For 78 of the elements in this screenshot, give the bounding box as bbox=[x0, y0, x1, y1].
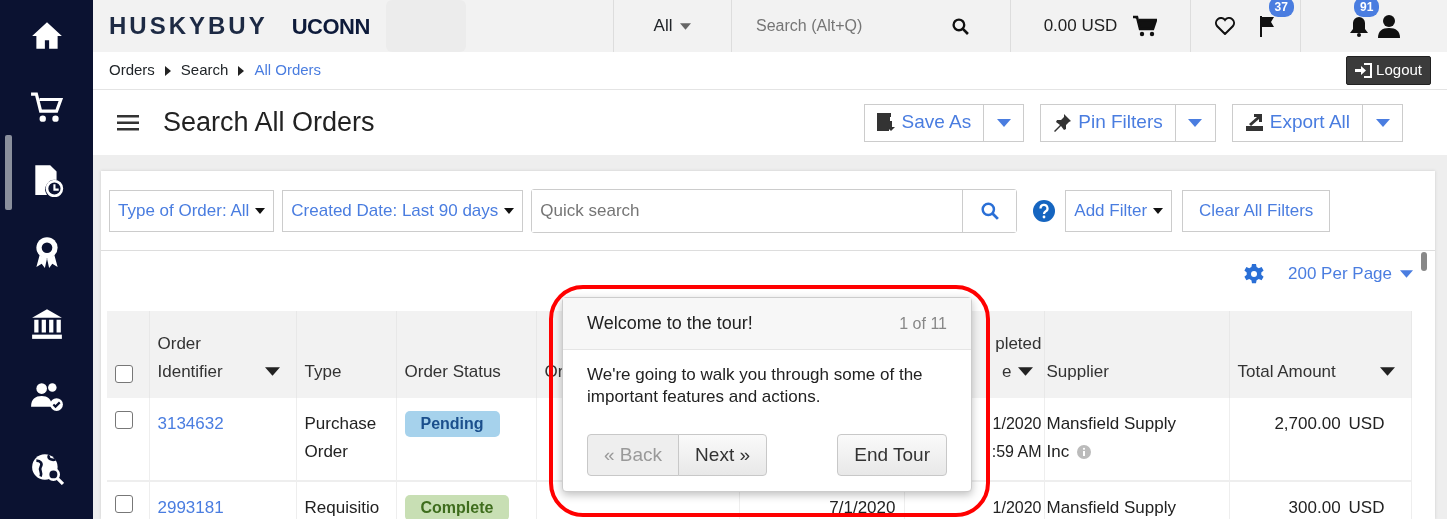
logo-text: HUSKYBUY bbox=[109, 11, 268, 41]
table-cell: Requisitio bbox=[304, 498, 380, 517]
column-header[interactable]: Supplier bbox=[1046, 358, 1109, 386]
filter-dropdown[interactable]: Type of Order: All bbox=[109, 189, 275, 232]
popover-title: Welcome to the tour! bbox=[587, 312, 753, 335]
caret-icon bbox=[1375, 118, 1390, 127]
cart-icon[interactable] bbox=[1133, 15, 1158, 37]
school-logo-text: UCONN bbox=[291, 12, 370, 41]
caret-icon bbox=[255, 207, 266, 214]
table-cell: Purchase Order bbox=[304, 414, 377, 461]
page-title: Search All Orders bbox=[163, 106, 375, 139]
heart-icon[interactable] bbox=[1214, 17, 1235, 35]
sort-arrow-icon[interactable] bbox=[264, 367, 280, 376]
caret-icon bbox=[1188, 118, 1203, 127]
caret-icon bbox=[1153, 207, 1164, 214]
bell-icon[interactable] bbox=[1348, 15, 1370, 37]
breadcrumb-link[interactable]: Search bbox=[180, 59, 229, 82]
scope-dropdown[interactable]: All bbox=[653, 13, 692, 39]
logout-button[interactable]: Logout bbox=[1346, 56, 1431, 85]
column-header[interactable]: Total Amount bbox=[1237, 358, 1336, 386]
help-icon[interactable] bbox=[1033, 199, 1056, 222]
sort-arrow-icon[interactable] bbox=[1379, 367, 1395, 376]
amount-value: 300.00 bbox=[1288, 498, 1341, 517]
status-badge: Complete bbox=[404, 495, 510, 519]
popover-text: We're going to walk you through some of the important features and actions. bbox=[587, 364, 924, 408]
clear-filters-button[interactable]: Clear All Filters bbox=[1182, 189, 1331, 232]
per-page-dropdown[interactable]: 200 Per Page bbox=[1288, 261, 1413, 287]
sign-in-icon bbox=[1355, 63, 1373, 78]
breadcrumb-link[interactable]: Orders bbox=[109, 59, 155, 82]
caret-icon bbox=[1400, 270, 1413, 278]
chevron-icon bbox=[238, 65, 245, 76]
search-button[interactable] bbox=[962, 189, 1017, 232]
cart-icon[interactable] bbox=[29, 91, 64, 125]
next-button[interactable]: Next » bbox=[678, 434, 767, 476]
caret-icon bbox=[680, 22, 692, 30]
checkbox[interactable] bbox=[115, 495, 133, 513]
column-header[interactable]: Type bbox=[304, 358, 342, 386]
currency-label: USD bbox=[1348, 498, 1385, 517]
scrollbar-thumb[interactable] bbox=[1421, 252, 1427, 271]
table-cell-text: Inc bbox=[1046, 441, 1070, 463]
menu-icon[interactable] bbox=[117, 114, 139, 131]
table-cell: 1/2020 :59 AM bbox=[991, 415, 1042, 460]
step-counter: 1 of 11 bbox=[899, 313, 947, 334]
search-field[interactable]: Search (Alt+Q) bbox=[732, 13, 952, 39]
amount-value: 2,700.00 bbox=[1274, 414, 1341, 433]
pin-icon bbox=[1053, 113, 1073, 132]
add-filter-dropdown[interactable]: Add Filter bbox=[1065, 189, 1173, 232]
table-cell: 1/2020 bbox=[992, 499, 1042, 516]
table-cell-text: Mansfield Supply bbox=[1046, 497, 1176, 519]
column-header[interactable]: pleted e bbox=[995, 330, 1042, 386]
breadcrumb-link[interactable]: All Orders bbox=[254, 59, 322, 82]
order-link[interactable]: 3134632 bbox=[157, 414, 224, 433]
caret-icon bbox=[504, 207, 515, 214]
bank-icon[interactable] bbox=[29, 307, 64, 341]
export-icon bbox=[1244, 113, 1264, 132]
chevron-icon bbox=[164, 65, 171, 76]
settings-icon[interactable] bbox=[1244, 264, 1265, 284]
badge-count: 37 bbox=[1268, 0, 1294, 17]
checkbox[interactable] bbox=[115, 364, 133, 383]
end-tour-button[interactable]: End Tour bbox=[837, 434, 947, 476]
filter-dropdown[interactable]: Created Date: Last 90 days bbox=[282, 189, 524, 232]
table-cell-text: Mansfield Supply bbox=[1046, 413, 1176, 435]
save-icon bbox=[876, 113, 896, 132]
table-cell: 7/1/2020 bbox=[829, 498, 896, 517]
badge-count: 91 bbox=[1354, 0, 1380, 17]
quick-search-box[interactable]: Quick search bbox=[531, 188, 1018, 233]
caret-icon bbox=[996, 118, 1011, 127]
flag-icon[interactable] bbox=[1258, 15, 1277, 37]
checkbox[interactable] bbox=[115, 411, 133, 429]
user-icon[interactable] bbox=[1378, 14, 1400, 38]
sort-arrow-icon[interactable] bbox=[1017, 367, 1033, 376]
search-icon[interactable] bbox=[952, 17, 969, 35]
order-link[interactable]: 2993181 bbox=[157, 498, 224, 517]
globe-search-icon[interactable] bbox=[29, 451, 64, 485]
search-icon bbox=[980, 202, 999, 221]
status-badge: Pending bbox=[404, 411, 500, 437]
cart-total[interactable]: 0.00 USD bbox=[1043, 13, 1118, 39]
currency-label: USD bbox=[1348, 414, 1385, 433]
